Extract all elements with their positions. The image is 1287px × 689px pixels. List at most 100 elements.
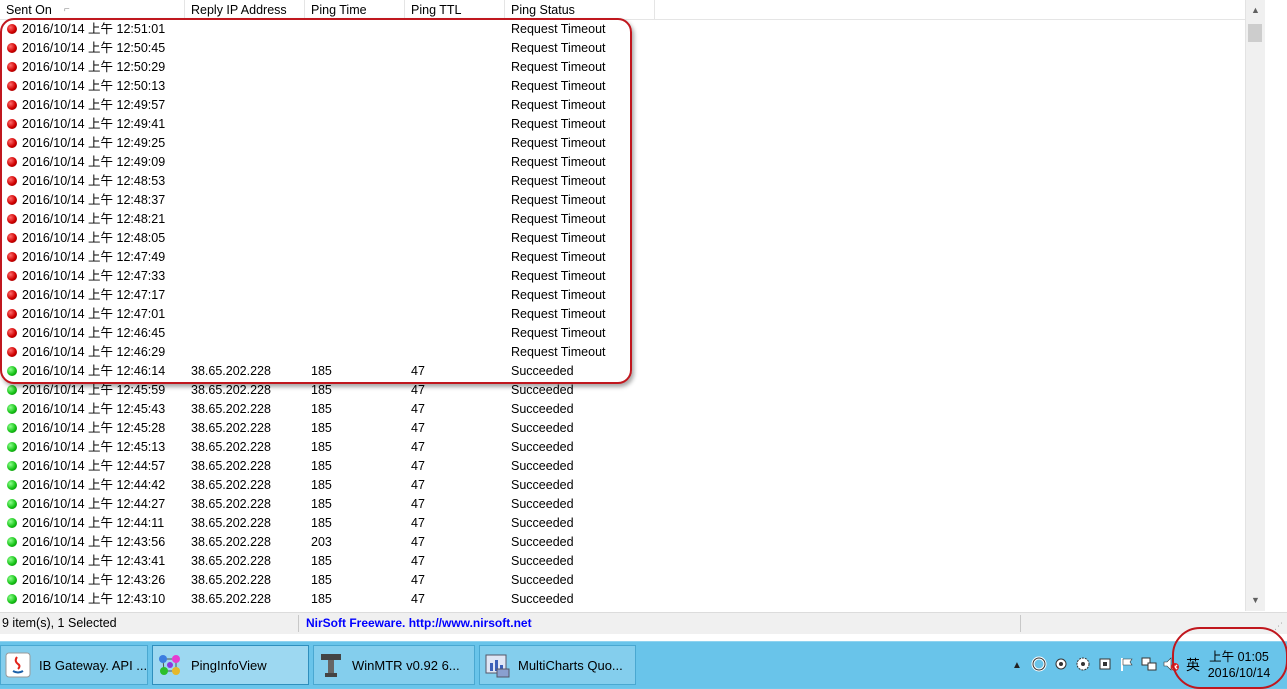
column-header-ping-status[interactable]: Ping Status	[505, 0, 655, 19]
cell-ping-status: Request Timeout	[511, 98, 606, 112]
column-label: Ping Status	[511, 3, 575, 17]
failure-status-icon	[7, 157, 17, 167]
cell-ping-ttl: 47	[411, 497, 425, 511]
table-row[interactable]: 2016/10/14 上午 12:48:05 Request Timeout	[0, 229, 1245, 248]
resize-grip-icon[interactable]: ⋰	[1274, 621, 1283, 632]
cell-ping-status: Request Timeout	[511, 345, 606, 359]
table-row[interactable]: 2016/10/14 上午 12:45:59 38.65.202.228 185 47…	[0, 381, 1245, 400]
cell-ping-status: Succeeded	[511, 535, 574, 549]
cell-ping-ttl: 47	[411, 478, 425, 492]
table-row[interactable]: 2016/10/14 上午 12:43:10 38.65.202.228 185 47…	[0, 590, 1245, 609]
scroll-up-icon[interactable]: ▲	[1246, 2, 1265, 19]
network-status-icon[interactable]	[1138, 656, 1160, 675]
column-header-ping-time[interactable]: Ping Time	[305, 0, 405, 19]
table-row[interactable]: 2016/10/14 上午 12:49:09 Request Timeout	[0, 153, 1245, 172]
column-header-reply-ip[interactable]: Reply IP Address	[185, 0, 305, 19]
table-row[interactable]: 2016/10/14 上午 12:46:14 38.65.202.228 185 47…	[0, 362, 1245, 381]
table-row[interactable]: 2016/10/14 上午 12:47:49 Request Timeout	[0, 248, 1245, 267]
taskbar-button-ib-gateway[interactable]: IB Gateway. API ...	[0, 645, 148, 685]
cell-ping-ttl: 47	[411, 459, 425, 473]
table-row[interactable]: 2016/10/14 上午 12:45:28 38.65.202.228 185 47…	[0, 419, 1245, 438]
column-header-ping-ttl[interactable]: Ping TTL	[405, 0, 505, 19]
table-row[interactable]: 2016/10/14 上午 12:44:27 38.65.202.228 185 47…	[0, 495, 1245, 514]
show-hidden-icons-icon[interactable]: ▲	[1006, 660, 1028, 671]
cell-ping-status: Succeeded	[511, 554, 574, 568]
cell-ping-status: Request Timeout	[511, 22, 606, 36]
cell-reply-ip: 38.65.202.228	[191, 383, 271, 397]
table-row[interactable]: 2016/10/14 上午 12:46:45 Request Timeout	[0, 324, 1245, 343]
scrollbar-thumb[interactable]	[1248, 24, 1262, 42]
success-status-icon	[7, 366, 17, 376]
cell-ping-time: 185	[311, 497, 332, 511]
cell-ping-ttl: 47	[411, 516, 425, 530]
nirsoft-link[interactable]: NirSoft Freeware. http://www.nirsoft.net	[306, 616, 532, 630]
cell-sent-on: 2016/10/14 上午 12:45:13	[22, 440, 166, 454]
cell-sent-on: 2016/10/14 上午 12:48:53	[22, 174, 166, 188]
table-row[interactable]: 2016/10/14 上午 12:47:17 Request Timeout	[0, 286, 1245, 305]
cell-ping-status: Request Timeout	[511, 155, 606, 169]
system-clock[interactable]: 上午 01:05 2016/10/14	[1196, 649, 1282, 681]
table-row[interactable]: 2016/10/14 上午 12:43:26 38.65.202.228 185 47…	[0, 571, 1245, 590]
vertical-scrollbar[interactable]: ▲ ▼	[1245, 0, 1265, 611]
table-row[interactable]: 2016/10/14 上午 12:47:01 Request Timeout	[0, 305, 1245, 324]
sync-icon[interactable]	[1028, 656, 1050, 675]
table-row[interactable]: 2016/10/14 上午 12:44:11 38.65.202.228 185 47…	[0, 514, 1245, 533]
table-row[interactable]: 2016/10/14 上午 12:50:13 Request Timeout	[0, 77, 1245, 96]
cell-sent-on: 2016/10/14 上午 12:43:10	[22, 592, 166, 606]
cell-sent-on: 2016/10/14 上午 12:50:13	[22, 79, 166, 93]
cell-sent-on: 2016/10/14 上午 12:47:01	[22, 307, 166, 321]
cell-ping-status: Succeeded	[511, 440, 574, 454]
failure-status-icon	[7, 233, 17, 243]
table-row[interactable]: 2016/10/14 上午 12:45:13 38.65.202.228 185 47…	[0, 438, 1245, 457]
taskbar-button-label: MultiCharts Quo...	[518, 657, 623, 673]
table-row[interactable]: 2016/10/14 上午 12:43:56 38.65.202.228 203 47…	[0, 533, 1245, 552]
table-row[interactable]: 2016/10/14 上午 12:44:57 38.65.202.228 185 47…	[0, 457, 1245, 476]
cell-ping-status: Request Timeout	[511, 212, 606, 226]
table-row[interactable]: 2016/10/14 上午 12:48:21 Request Timeout	[0, 210, 1245, 229]
table-row[interactable]: 2016/10/14 上午 12:49:25 Request Timeout	[0, 134, 1245, 153]
table-row[interactable]: 2016/10/14 上午 12:50:45 Request Timeout	[0, 39, 1245, 58]
table-row[interactable]: 2016/10/14 上午 12:49:41 Request Timeout	[0, 115, 1245, 134]
cell-sent-on: 2016/10/14 上午 12:48:37	[22, 193, 166, 207]
cell-ping-status: Succeeded	[511, 383, 574, 397]
failure-status-icon	[7, 119, 17, 129]
table-row[interactable]: 2016/10/14 上午 12:44:42 38.65.202.228 185 47…	[0, 476, 1245, 495]
failure-status-icon	[7, 24, 17, 34]
table-row[interactable]: 2016/10/14 上午 12:47:33 Request Timeout	[0, 267, 1245, 286]
scroll-down-icon[interactable]: ▼	[1246, 592, 1265, 609]
gear-icon[interactable]	[1072, 656, 1094, 675]
cell-ping-status: Succeeded	[511, 497, 574, 511]
table-row[interactable]: 2016/10/14 上午 12:49:57 Request Timeout	[0, 96, 1245, 115]
success-status-icon	[7, 537, 17, 547]
failure-status-icon	[7, 271, 17, 281]
cell-ping-status: Request Timeout	[511, 231, 606, 245]
table-row[interactable]: 2016/10/14 上午 12:48:37 Request Timeout	[0, 191, 1245, 210]
cell-sent-on: 2016/10/14 上午 12:48:05	[22, 231, 166, 245]
cell-ping-status: Succeeded	[511, 402, 574, 416]
ping-results-list[interactable]: Sent On ⌐ Reply IP Address Ping Time Ping…	[0, 0, 1266, 611]
cell-sent-on: 2016/10/14 上午 12:46:29	[22, 345, 166, 359]
action-center-flag-icon[interactable]	[1116, 656, 1138, 675]
table-row[interactable]: 2016/10/14 上午 12:50:29 Request Timeout	[0, 58, 1245, 77]
table-row[interactable]: 2016/10/14 上午 12:43:41 38.65.202.228 185 47…	[0, 552, 1245, 571]
pinginfoview-window: Sent On ⌐ Reply IP Address Ping Time Ping…	[0, 0, 1287, 641]
cell-ping-status: Succeeded	[511, 516, 574, 530]
table-row[interactable]: 2016/10/14 上午 12:46:29 Request Timeout	[0, 343, 1245, 362]
table-row[interactable]: 2016/10/14 上午 12:48:53 Request Timeout	[0, 172, 1245, 191]
network-icon	[155, 650, 185, 680]
cell-sent-on: 2016/10/14 上午 12:47:17	[22, 288, 166, 302]
table-row[interactable]: 2016/10/14 上午 12:51:01 Request Timeout	[0, 20, 1245, 39]
cell-ping-status: Request Timeout	[511, 174, 606, 188]
taskbar-button-winmtr[interactable]: WinMTR v0.92 6...	[313, 645, 475, 685]
failure-status-icon	[7, 214, 17, 224]
network-settings-icon[interactable]	[1050, 656, 1072, 675]
taskbar-button-pinginfoview[interactable]: PingInfoView	[152, 645, 309, 685]
column-header-sent-on[interactable]: Sent On ⌐	[0, 0, 185, 19]
taskbar-button-multicharts[interactable]: MultiCharts Quo...	[479, 645, 636, 685]
volume-muted-icon[interactable]	[1160, 656, 1182, 675]
taskbar-button-label: WinMTR v0.92 6...	[352, 657, 460, 673]
table-row[interactable]: 2016/10/14 上午 12:45:43 38.65.202.228 185 47…	[0, 400, 1245, 419]
cell-sent-on: 2016/10/14 上午 12:50:45	[22, 41, 166, 55]
cell-sent-on: 2016/10/14 上午 12:46:14	[22, 364, 166, 378]
usb-icon[interactable]	[1094, 656, 1116, 675]
